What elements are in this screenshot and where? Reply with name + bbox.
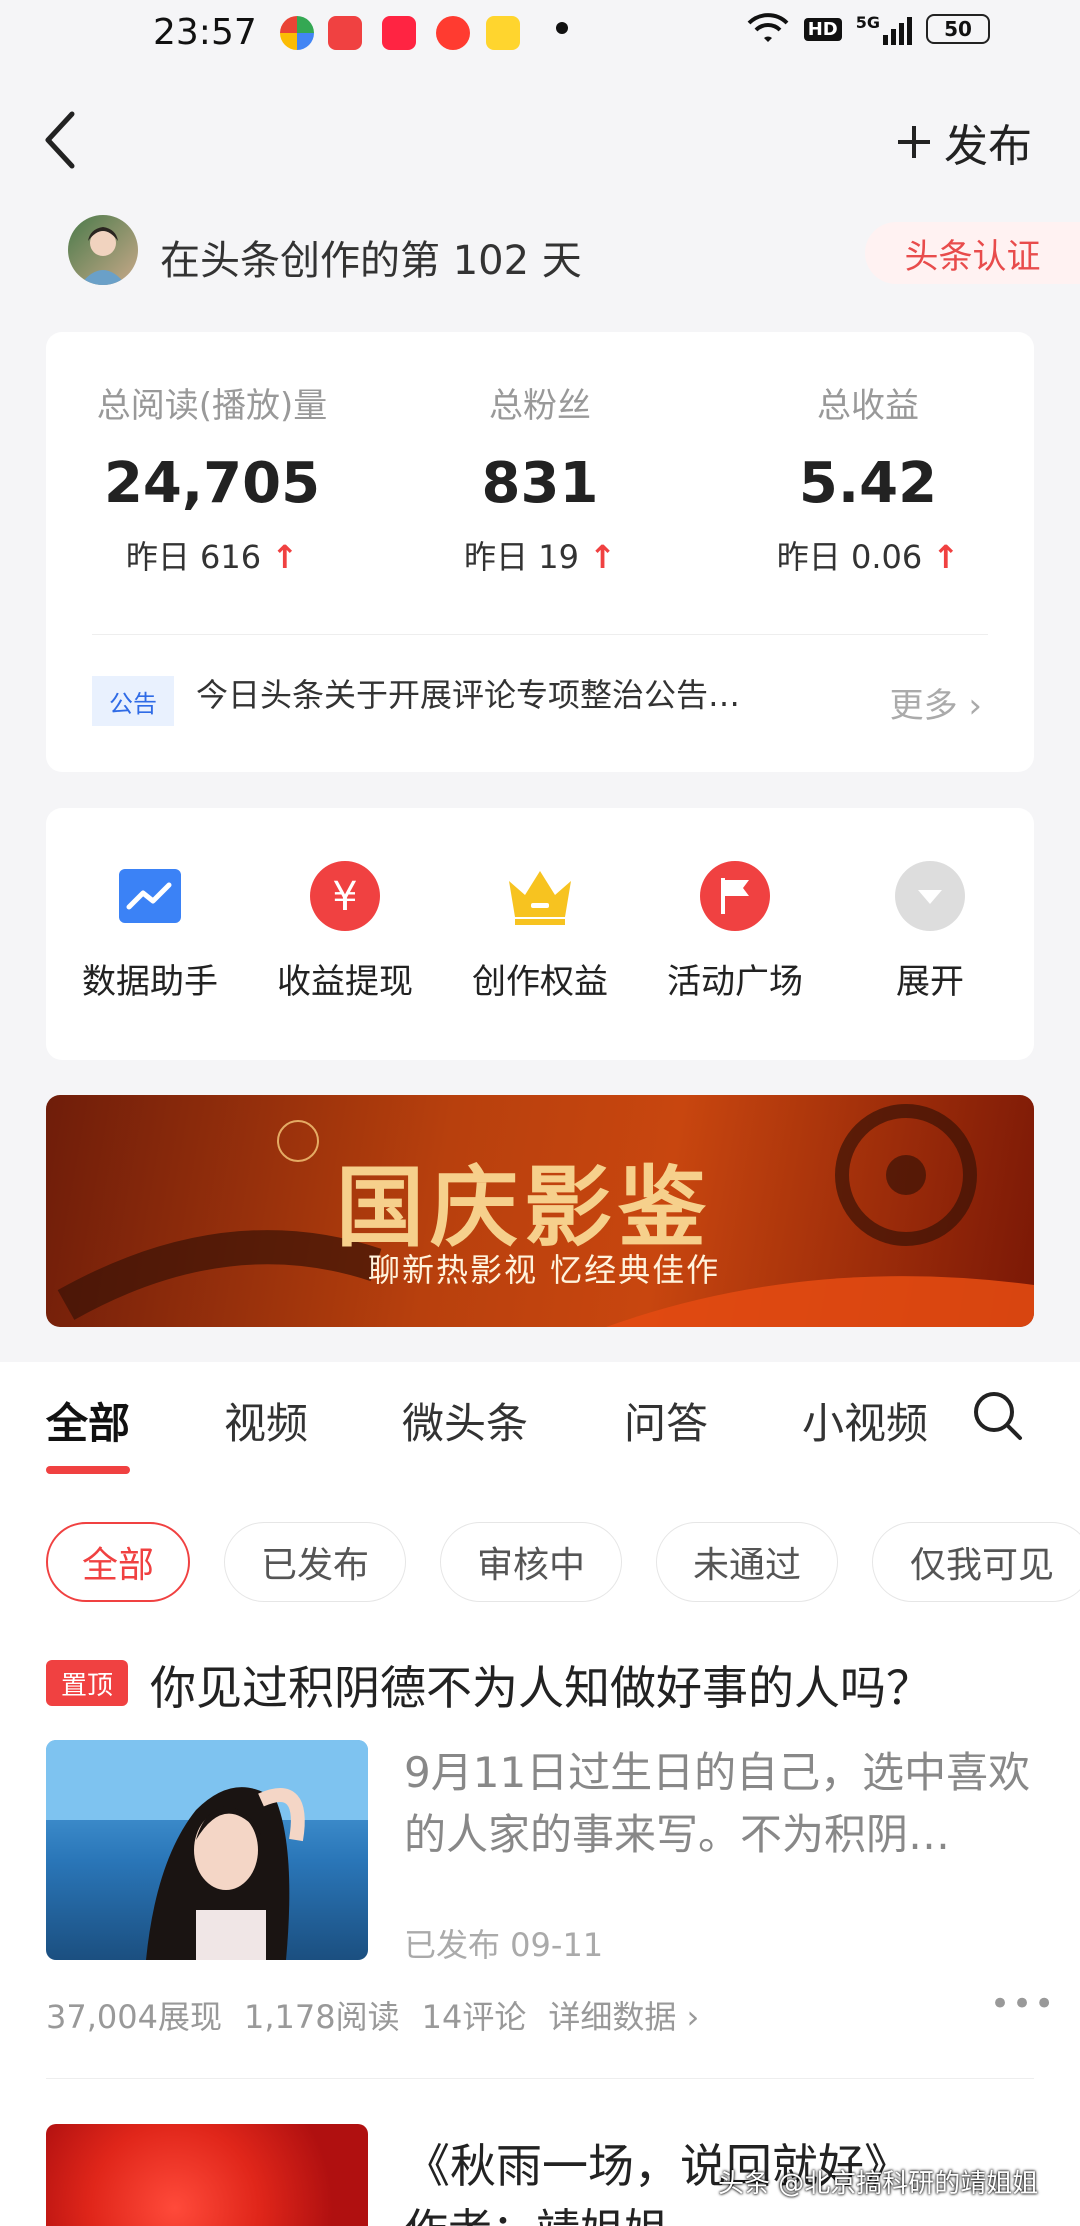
crown-icon — [504, 860, 576, 932]
stat-value: 831 — [481, 451, 599, 516]
arrow-up-icon: ↑ — [271, 538, 299, 576]
notice-tag: 公告 — [92, 676, 174, 726]
toutiao-icon — [328, 16, 362, 50]
chart-icon — [114, 860, 186, 932]
more-options-icon[interactable]: ••• — [990, 1984, 1056, 2024]
battery-icon: 50 — [926, 14, 990, 44]
status-bar: 23:57 HD 5G 50 — [0, 0, 1080, 70]
stat-yesterday: 昨日 19 ↑ — [464, 538, 616, 576]
tool-creator-rights[interactable]: 创作权益 — [445, 860, 635, 1003]
filter-all[interactable]: 全部 — [46, 1522, 190, 1602]
arrow-up-icon: ↑ — [589, 538, 616, 576]
chevron-left-icon — [45, 111, 75, 169]
tool-label: 活动广场 — [667, 962, 803, 1002]
tab-short-video[interactable]: 小视频 — [802, 1390, 934, 1451]
notice-text[interactable]: 今日头条关于开展评论专项整治公告… — [196, 670, 836, 726]
toutiao-cert-button[interactable]: 头条认证 — [865, 222, 1080, 284]
svg-text:¥: ¥ — [332, 874, 357, 920]
stat-yesterday: 昨日 0.06 ↑ — [776, 538, 960, 576]
tool-label: 收益提现 — [277, 962, 413, 1002]
pinned-badge: 置顶 — [46, 1660, 128, 1706]
yuan-icon: ¥ — [309, 860, 381, 932]
stat-reads[interactable]: 总阅读(播放)量 24,705 昨日 616 ↑ — [62, 378, 362, 578]
clock: 23:57 — [153, 12, 257, 53]
chevron-right-icon: › — [968, 686, 982, 726]
arrow-up-icon: ↑ — [932, 538, 960, 576]
tool-activity-square[interactable]: 活动广场 — [640, 860, 830, 1003]
signal-icon: 5G — [856, 13, 912, 45]
xiaohongshu-icon — [382, 16, 416, 50]
tool-label: 展开 — [896, 962, 964, 1002]
content-tabs: 全部 视频 微头条 问答 小视频 — [0, 1362, 1080, 1474]
stat-label: 总收益 — [817, 386, 919, 426]
promo-banner[interactable]: 国庆影鉴 聊新热影视 忆经典佳作 — [46, 1095, 1034, 1327]
stat-value: 5.42 — [798, 451, 938, 516]
network-type: 5G — [855, 13, 880, 32]
stat-income[interactable]: 总收益 5.42 昨日 0.06 ↑ — [718, 378, 1018, 578]
impressions: 37,004展现 — [46, 1998, 222, 2036]
article-status: 已发布 09-11 — [404, 1926, 604, 1964]
notes-icon — [486, 16, 520, 50]
tab-video[interactable]: 视频 — [224, 1390, 308, 1451]
filter-published[interactable]: 已发布 — [224, 1522, 406, 1602]
watermark: 头条 @北京搞科研的靖姐姐 — [718, 2169, 1039, 2199]
article-thumbnail[interactable] — [46, 1740, 368, 1960]
stat-label: 总粉丝 — [489, 386, 591, 426]
article-stats: 37,004展现 1,178阅读 14评论 详细数据 › — [46, 1992, 699, 2038]
maps-icon — [280, 16, 314, 50]
tab-qa[interactable]: 问答 — [624, 1390, 708, 1451]
status-right: HD 5G 50 — [746, 12, 990, 46]
search-button[interactable] — [970, 1388, 1026, 1448]
banner-subtitle: 聊新热影视 忆经典佳作 — [368, 1251, 721, 1289]
divider — [46, 2078, 1034, 2079]
divider — [92, 634, 988, 635]
comments[interactable]: 14评论 — [422, 1992, 527, 2038]
filter-private[interactable]: 仅我可见 — [872, 1522, 1080, 1602]
tab-micro[interactable]: 微头条 — [402, 1390, 528, 1451]
stat-yesterday: 昨日 616 ↑ — [125, 538, 299, 576]
search-icon — [974, 1392, 1022, 1440]
video-icon — [436, 16, 470, 50]
publish-label: 发布 — [944, 121, 1032, 172]
stat-fans[interactable]: 总粉丝 831 昨日 19 ↑ — [390, 378, 690, 578]
tab-all[interactable]: 全部 — [46, 1390, 130, 1451]
tool-data-assistant[interactable]: 数据助手 — [55, 860, 245, 1003]
tool-label: 创作权益 — [472, 962, 608, 1002]
tool-label: 数据助手 — [82, 962, 218, 1002]
stat-value: 24,705 — [103, 451, 321, 516]
flag-icon — [699, 860, 771, 932]
article-thumbnail[interactable] — [46, 2124, 368, 2226]
wifi-icon — [747, 13, 789, 42]
plus-icon — [898, 126, 930, 158]
publish-button[interactable]: 发布 — [894, 110, 1032, 174]
creation-days: 在头条创作的第 102 天 — [160, 238, 582, 284]
detail-data-link[interactable]: 详细数据 › — [548, 1992, 699, 2038]
tool-expand[interactable]: 展开 — [835, 860, 1025, 1003]
article-author: 作者：靖姐姐 — [404, 2194, 668, 2226]
hd-badge: HD — [803, 17, 842, 41]
expand-icon — [894, 860, 966, 932]
notice-more-link[interactable]: 更多 › — [890, 678, 982, 727]
avatar[interactable] — [68, 215, 138, 285]
active-tab-indicator — [46, 1466, 130, 1474]
chevron-right-icon: › — [686, 1998, 700, 2036]
stat-label: 总阅读(播放)量 — [96, 386, 328, 426]
tool-income-withdraw[interactable]: ¥ 收益提现 — [250, 860, 440, 1003]
reads: 1,178阅读 — [243, 1998, 400, 2036]
more-notifications-icon — [556, 22, 568, 34]
article-summary: 9月11日过生日的自己，选中喜欢的人家的事来写。不为积阴… — [404, 1748, 1031, 1859]
filter-reviewing[interactable]: 审核中 — [440, 1522, 622, 1602]
filter-rejected[interactable]: 未通过 — [656, 1522, 838, 1602]
article-title[interactable]: 你见过积阴德不为人知做好事的人吗？ — [150, 1652, 932, 1718]
back-button[interactable] — [40, 108, 100, 178]
